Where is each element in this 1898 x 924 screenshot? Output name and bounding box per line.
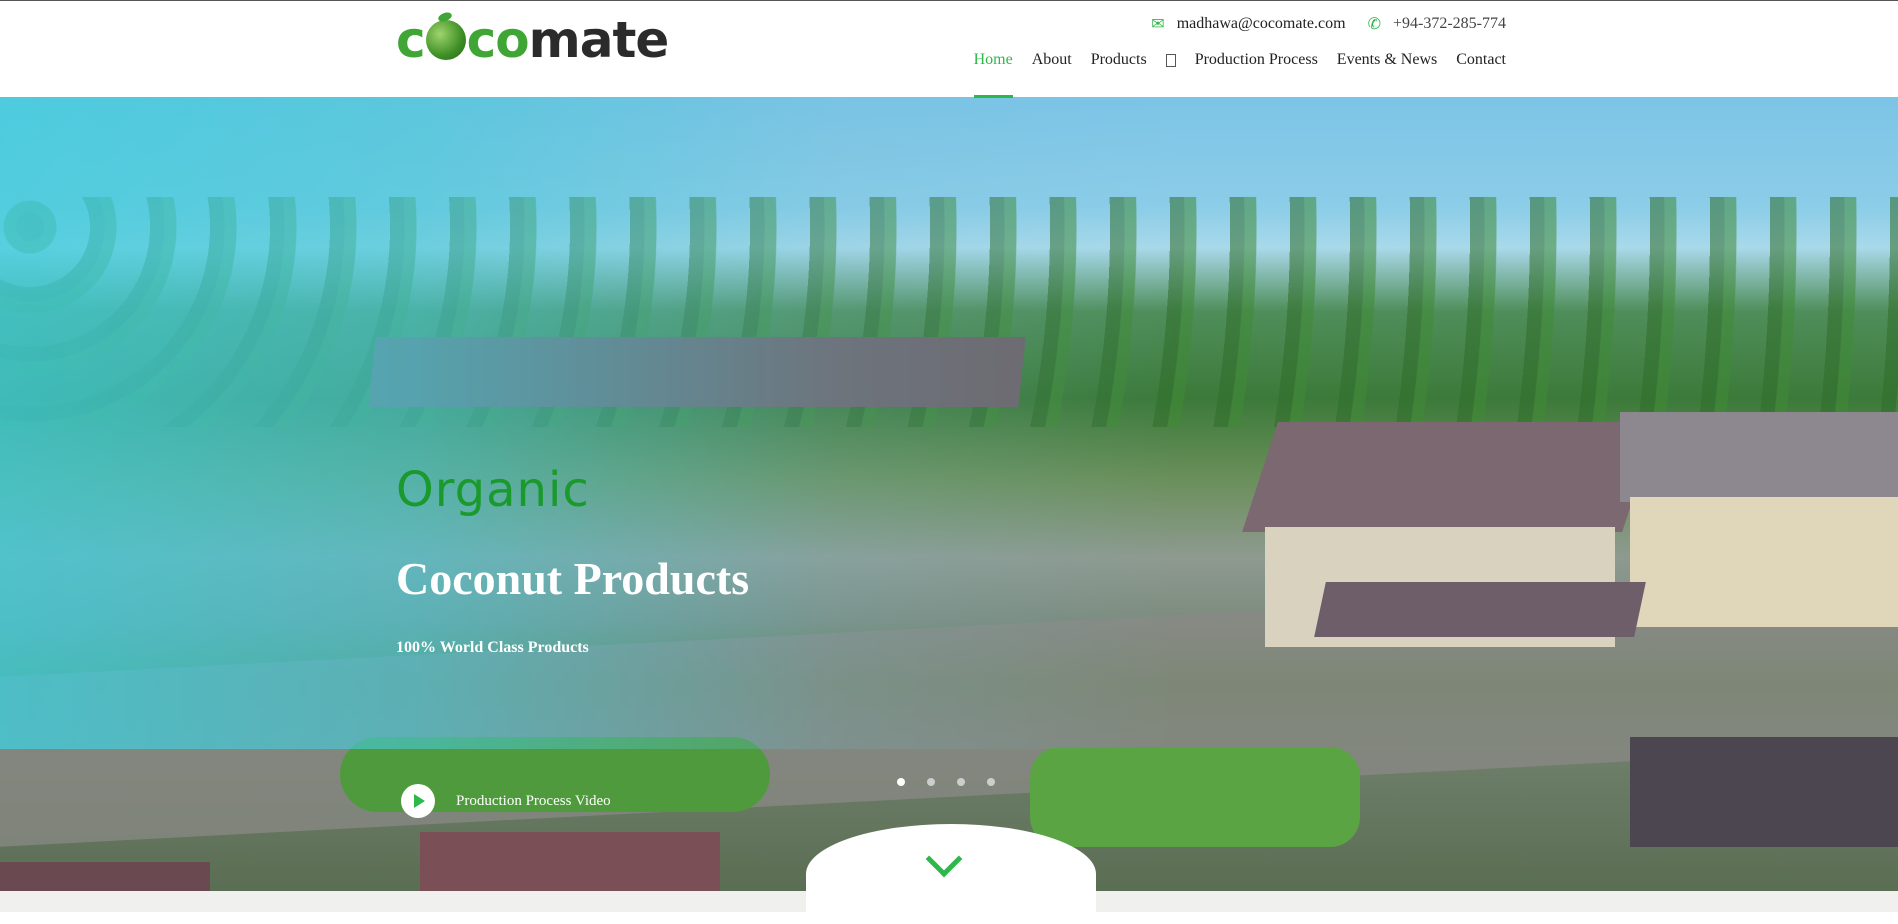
nav-cart[interactable] bbox=[1165, 51, 1176, 98]
hero-background-lawn bbox=[1030, 747, 1360, 847]
video-label: Production Process Video bbox=[456, 792, 611, 809]
hero-background-roof bbox=[0, 862, 210, 891]
slider-dot[interactable] bbox=[897, 778, 905, 786]
nav-events-news[interactable]: Events & News bbox=[1337, 51, 1437, 98]
site-header: c co mate ✉ madhawa@cocomate.com ✆ +94-372… bbox=[0, 0, 1898, 98]
cocomate-logo[interactable]: c co mate bbox=[396, 11, 670, 69]
nav-home[interactable]: Home bbox=[973, 51, 1013, 98]
hero-title: Coconut Products bbox=[396, 553, 750, 604]
hero-slider: Organic Coconut Products 100% World Clas… bbox=[0, 97, 1898, 891]
phone-icon: ✆ bbox=[1367, 14, 1381, 33]
nav-production-process[interactable]: Production Process bbox=[1195, 51, 1318, 98]
hero-color-overlay bbox=[0, 97, 1898, 749]
hero-eyebrow: Organic bbox=[396, 462, 590, 518]
phone-number: +94-372-285-774 bbox=[1392, 14, 1506, 32]
nav-products[interactable]: Products bbox=[1091, 51, 1147, 98]
contact-info: ✉ madhawa@cocomate.com ✆ +94-372-285-774 bbox=[1129, 14, 1506, 33]
main-navigation: Home About Products Production Process E… bbox=[955, 51, 1506, 98]
chevron-down-icon bbox=[925, 840, 963, 878]
cart-icon bbox=[1165, 54, 1176, 67]
phone-contact[interactable]: ✆ +94-372-285-774 bbox=[1368, 14, 1506, 33]
play-icon[interactable] bbox=[401, 784, 435, 818]
nav-about[interactable]: About bbox=[1032, 51, 1072, 98]
coconut-icon bbox=[425, 20, 466, 60]
envelope-icon: ✉ bbox=[1151, 14, 1165, 33]
scroll-down-button[interactable] bbox=[806, 824, 1096, 924]
email-address: madhawa@cocomate.com bbox=[1176, 14, 1346, 32]
slider-dot[interactable] bbox=[957, 778, 965, 786]
hero-background-roof bbox=[1630, 737, 1898, 847]
slider-dot[interactable] bbox=[927, 778, 935, 786]
production-video-link[interactable]: Production Process Video bbox=[401, 784, 611, 818]
hero-background-roof bbox=[420, 832, 720, 891]
logo-text-mate: mate bbox=[528, 11, 670, 69]
slider-dot[interactable] bbox=[987, 778, 995, 786]
logo-text-coco: c co bbox=[396, 11, 530, 69]
email-contact[interactable]: ✉ madhawa@cocomate.com bbox=[1151, 14, 1345, 33]
slider-pagination bbox=[897, 778, 1017, 786]
hero-subtitle: 100% World Class Products bbox=[396, 639, 589, 656]
nav-contact[interactable]: Contact bbox=[1456, 51, 1506, 98]
